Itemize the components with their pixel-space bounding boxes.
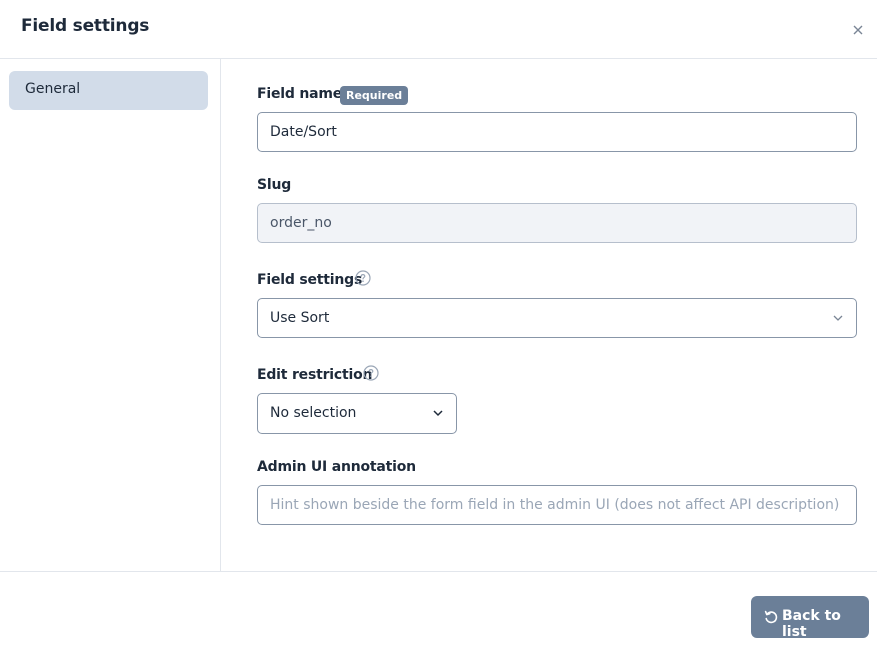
close-icon — [853, 25, 863, 35]
modal-title: Field settings — [21, 16, 150, 36]
field-name-label: Field name — [257, 86, 343, 102]
slug-value: order_no — [270, 215, 332, 231]
field-settings-value: Use Sort — [270, 310, 330, 326]
help-circle-icon[interactable] — [355, 270, 371, 286]
edit-restriction-value: No selection — [270, 405, 357, 421]
back-to-list-button[interactable]: Back to list — [751, 596, 869, 640]
chevron-down-icon — [833, 315, 843, 321]
chevron-down-icon — [433, 410, 443, 417]
field-settings-select[interactable]: Use Sort — [257, 298, 857, 338]
admin-annotation-input[interactable] — [257, 485, 857, 525]
admin-annotation-label: Admin UI annotation — [257, 459, 416, 475]
close-button[interactable] — [848, 20, 868, 40]
field-settings-label: Field settings — [257, 272, 363, 288]
admin-annotation-text[interactable] — [270, 486, 844, 524]
sidebar: General — [0, 59, 221, 571]
sidebar-item-general[interactable]: General — [9, 71, 208, 110]
edit-restriction-select[interactable]: No selection — [257, 393, 457, 434]
modal-footer — [0, 571, 877, 651]
field-name-input[interactable] — [257, 112, 857, 152]
help-circle-icon[interactable] — [363, 365, 379, 381]
modal-header: Field settings — [0, 0, 877, 59]
sidebar-item-label: General — [25, 81, 81, 97]
edit-restriction-label: Edit restriction — [257, 367, 373, 383]
slug-input: order_no — [257, 203, 857, 243]
back-to-list-label: Back to list — [782, 608, 841, 640]
undo-icon — [764, 610, 778, 624]
field-name-text[interactable] — [270, 113, 844, 151]
slug-label: Slug — [257, 177, 292, 193]
required-badge: Required — [340, 86, 409, 105]
